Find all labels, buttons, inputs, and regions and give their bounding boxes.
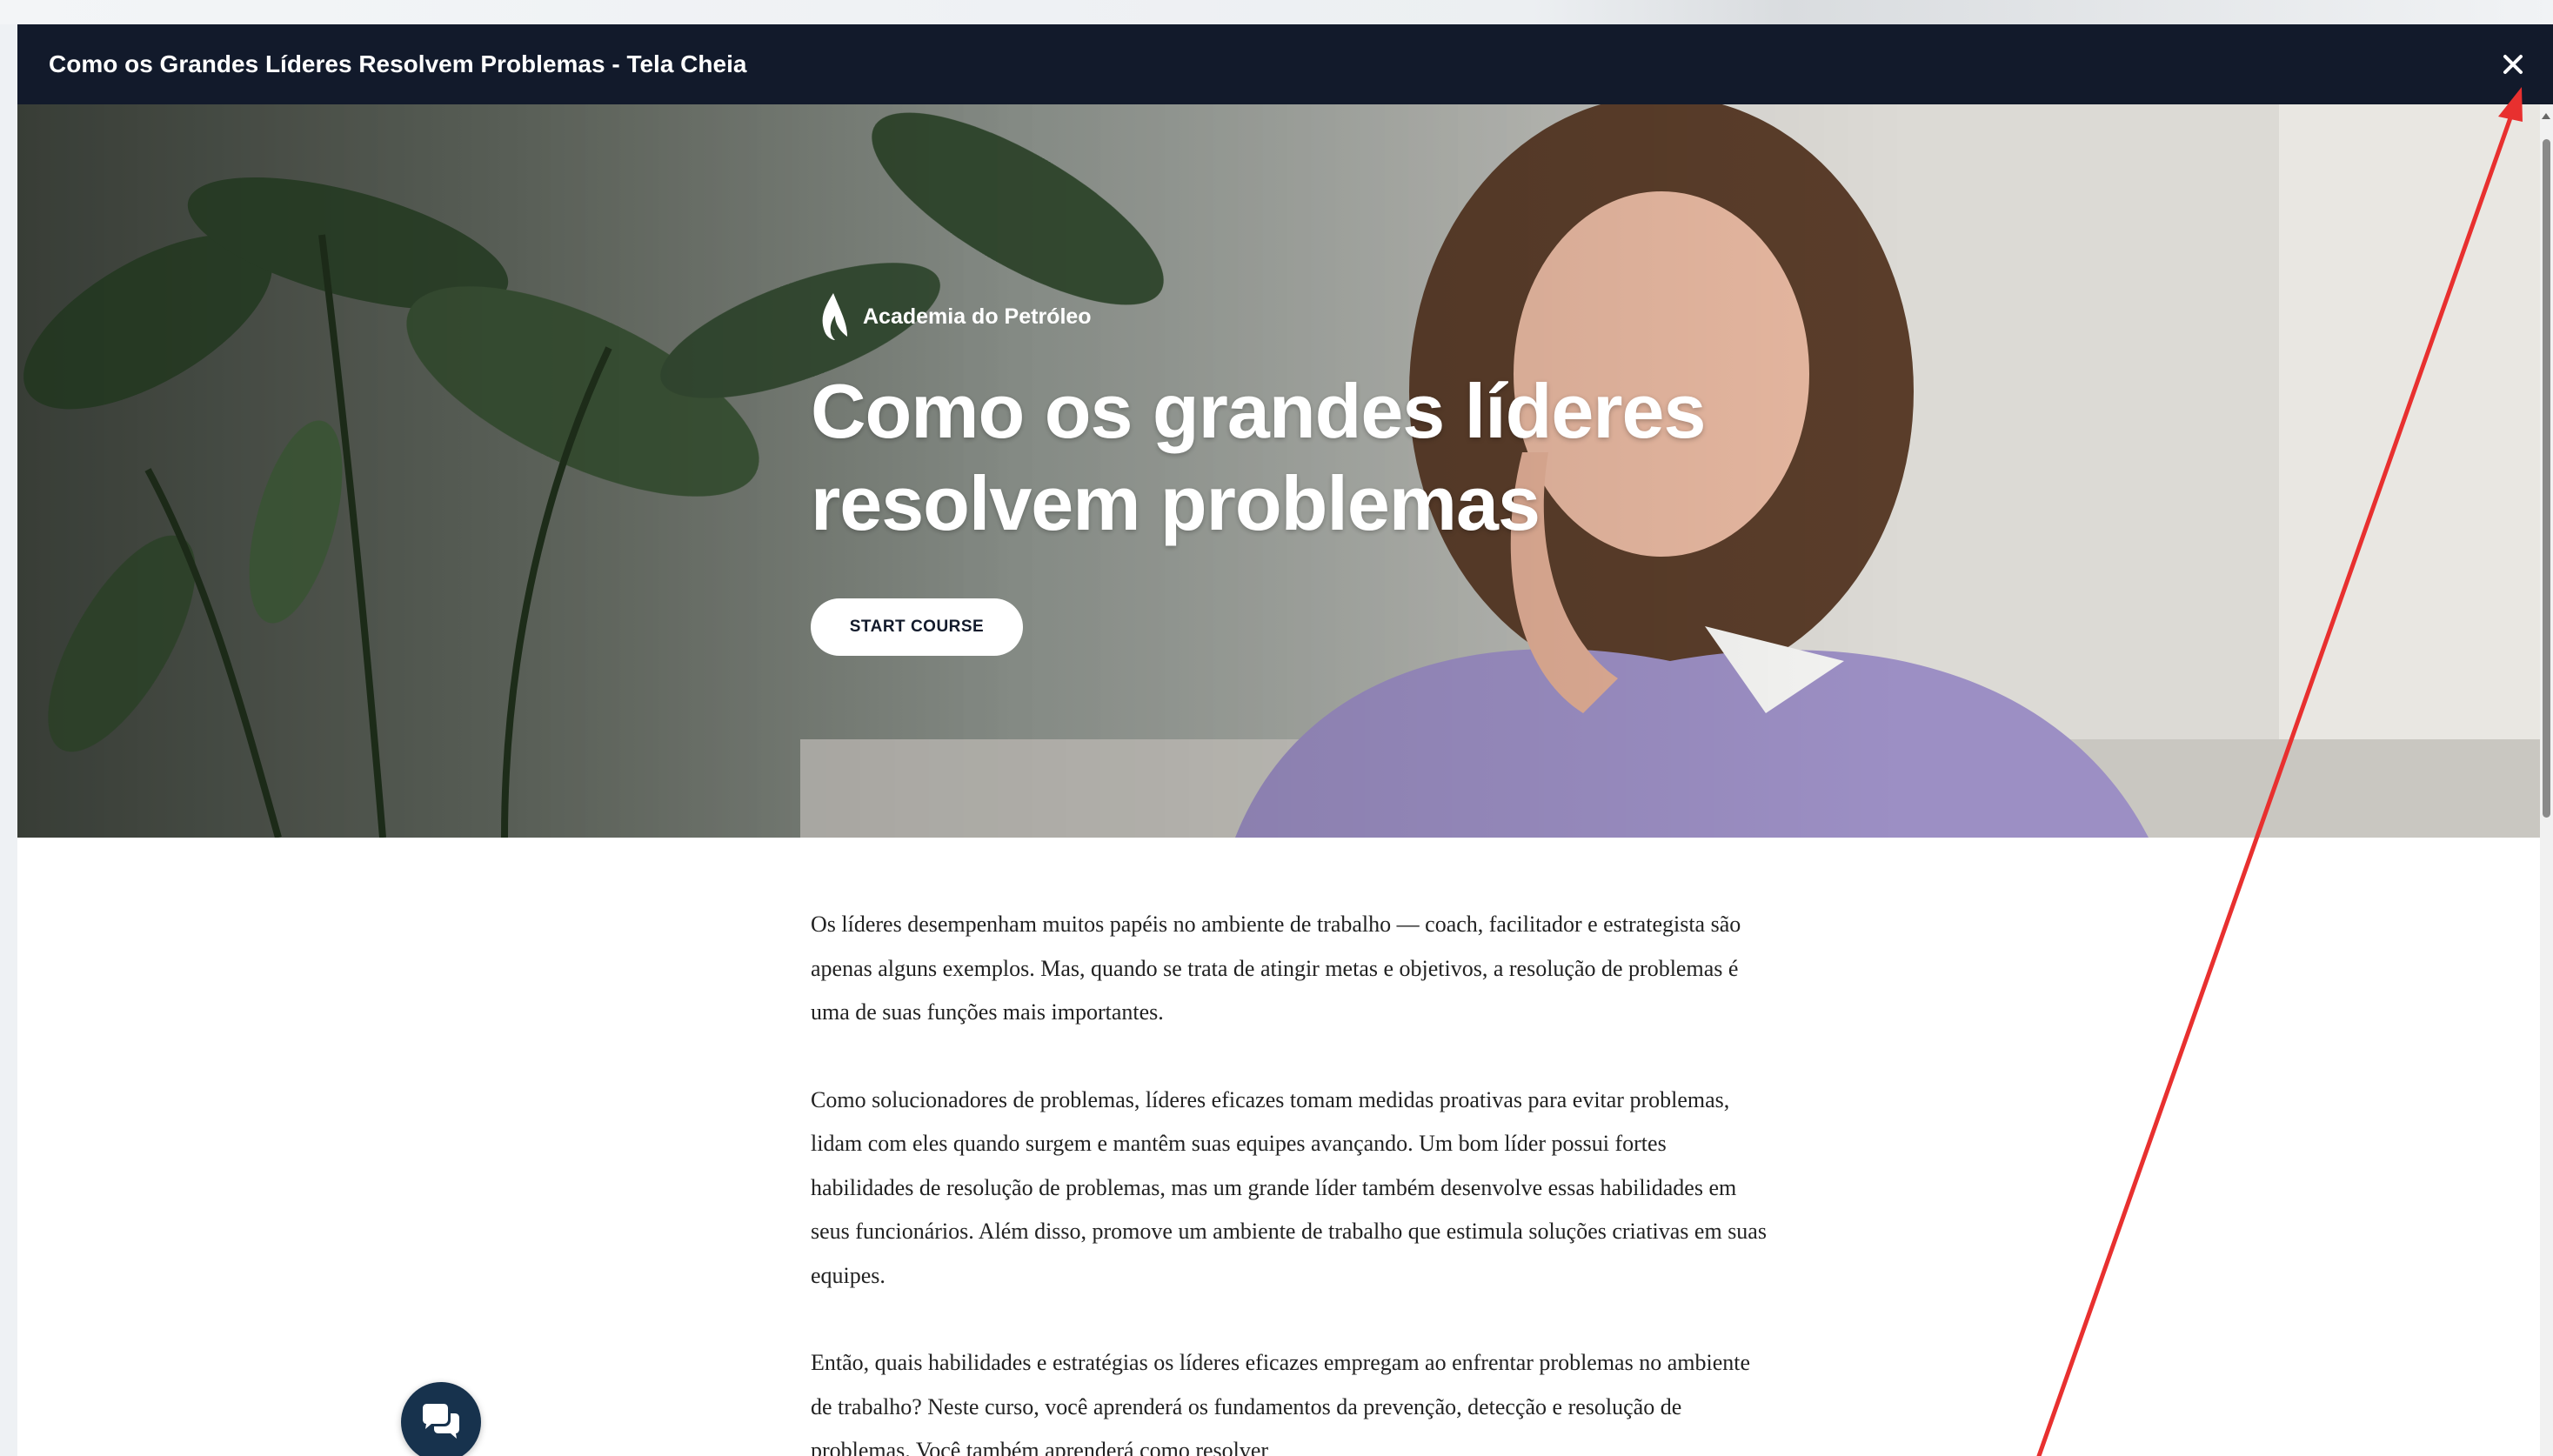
scrollbar[interactable] [2540, 104, 2553, 1456]
close-button[interactable] [2490, 42, 2536, 87]
background-strip [0, 0, 2553, 24]
scroll-up-arrow-icon[interactable] [2542, 113, 2550, 119]
description-paragraph-2: Como solucionadores de problemas, lídere… [811, 1086, 1767, 1288]
course-description: Os líderes desempenham muitos papéis no … [811, 903, 1768, 1456]
modal-titlebar: Como os Grandes Líderes Resolvem Problem… [17, 24, 2553, 104]
course-title-line2: resolvem problemas [811, 460, 1540, 546]
chat-button[interactable] [401, 1382, 481, 1456]
description-paragraph-1: Os líderes desempenham muitos papéis no … [811, 912, 1741, 1025]
start-course-button[interactable]: START COURSE [811, 598, 1023, 656]
fullscreen-modal: Como os Grandes Líderes Resolvem Problem… [17, 24, 2553, 1456]
brand: Academia do Petróleo [816, 291, 1092, 342]
chat-bubbles-icon [423, 1404, 459, 1439]
modal-title: Como os Grandes Líderes Resolvem Problem… [49, 50, 747, 77]
course-hero: Academia do Petróleo Como os grandes líd… [17, 104, 2540, 838]
course-title: Como os grandes líderes resolvem problem… [811, 365, 1855, 550]
brand-name: Academia do Petróleo [863, 304, 1092, 329]
close-icon [2503, 55, 2523, 74]
scrollbar-thumb[interactable] [2543, 139, 2550, 818]
flame-logo-icon [822, 293, 847, 340]
description-paragraph-3: Então, quais habilidades e estratégias o… [811, 1350, 1751, 1456]
course-title-line1: Como os grandes líderes [811, 368, 1706, 454]
